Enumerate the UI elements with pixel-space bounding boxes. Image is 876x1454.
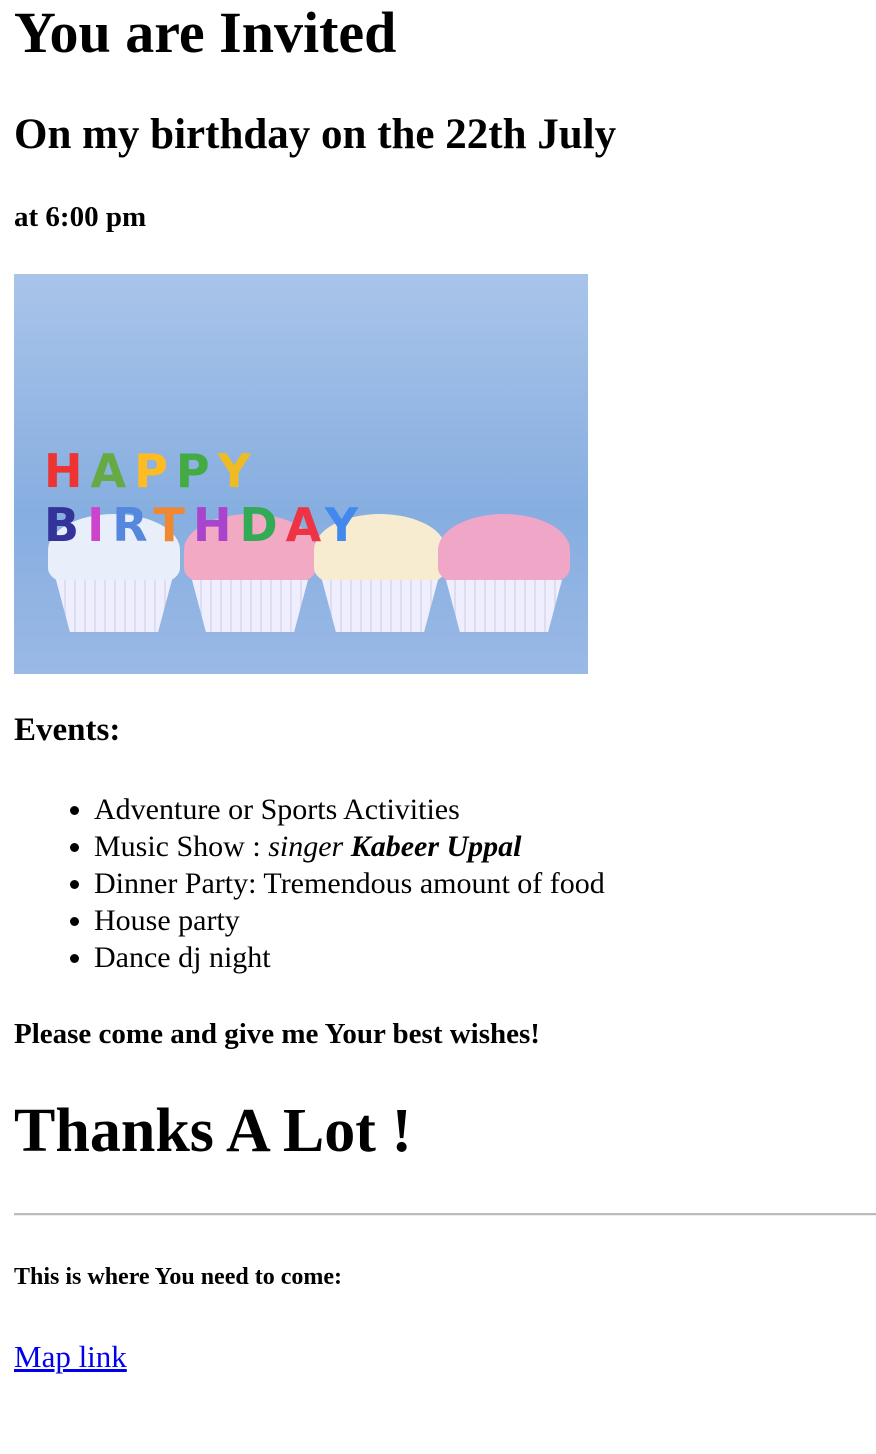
map-link[interactable]: Map link <box>14 1339 127 1375</box>
wishes-text: Please come and give me Your best wishes… <box>14 1018 540 1050</box>
event-text: Dance dj night <box>94 941 271 974</box>
events-heading: Events: <box>14 712 121 748</box>
subtitle: On my birthday on the 22th July <box>14 111 617 158</box>
birthday-cupcakes-image: HAPPY BIRTHDAY <box>14 274 588 674</box>
divider <box>14 1213 876 1216</box>
list-item: Dance dj night <box>94 939 876 976</box>
event-text: Adventure or Sports Activities <box>94 793 460 826</box>
location-label: This is where You need to come: <box>14 1264 342 1290</box>
list-item: House party <box>94 902 876 939</box>
event-text: Music Show : <box>94 830 269 863</box>
list-item: Dinner Party: Tremendous amount of food <box>94 865 876 902</box>
thanks-heading: Thanks A Lot ! <box>14 1097 413 1165</box>
singer-name: Kabeer Uppal <box>350 830 522 863</box>
event-text: House party <box>94 904 240 937</box>
time: at 6:00 pm <box>14 201 147 233</box>
page-title: You are Invited <box>14 0 397 65</box>
list-item: Music Show : singer Kabeer Uppal <box>94 828 876 865</box>
happy-birthday-candles: HAPPY BIRTHDAY <box>44 444 367 552</box>
list-item: Adventure or Sports Activities <box>94 791 876 828</box>
events-list: Adventure or Sports Activities Music Sho… <box>14 791 876 976</box>
event-text: Dinner Party: Tremendous amount of food <box>94 867 605 900</box>
event-em: singer <box>268 830 351 863</box>
